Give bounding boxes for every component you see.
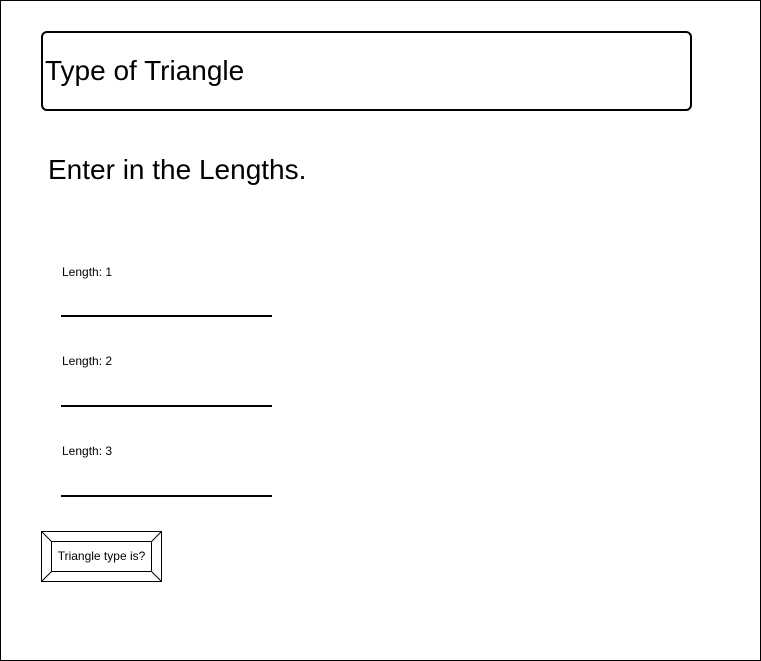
length-1-label: Length: 1 xyxy=(62,265,113,279)
length-3-label: Length: 3 xyxy=(62,444,113,458)
instructions-text: Enter in the Lengths. xyxy=(48,154,307,185)
triangle-type-button[interactable]: Triangle type is? xyxy=(41,531,162,582)
wireframe-canvas: Type of Triangle Enter in the Lengths. L… xyxy=(0,0,761,661)
title-box: Type of Triangle xyxy=(41,31,692,111)
length-1-input[interactable] xyxy=(61,291,272,317)
length-2-input[interactable] xyxy=(61,381,272,407)
page-title: Type of Triangle xyxy=(45,55,245,86)
length-2-label: Length: 2 xyxy=(62,354,113,368)
length-3-input[interactable] xyxy=(61,471,272,497)
triangle-type-button-label: Triangle type is? xyxy=(57,549,146,563)
